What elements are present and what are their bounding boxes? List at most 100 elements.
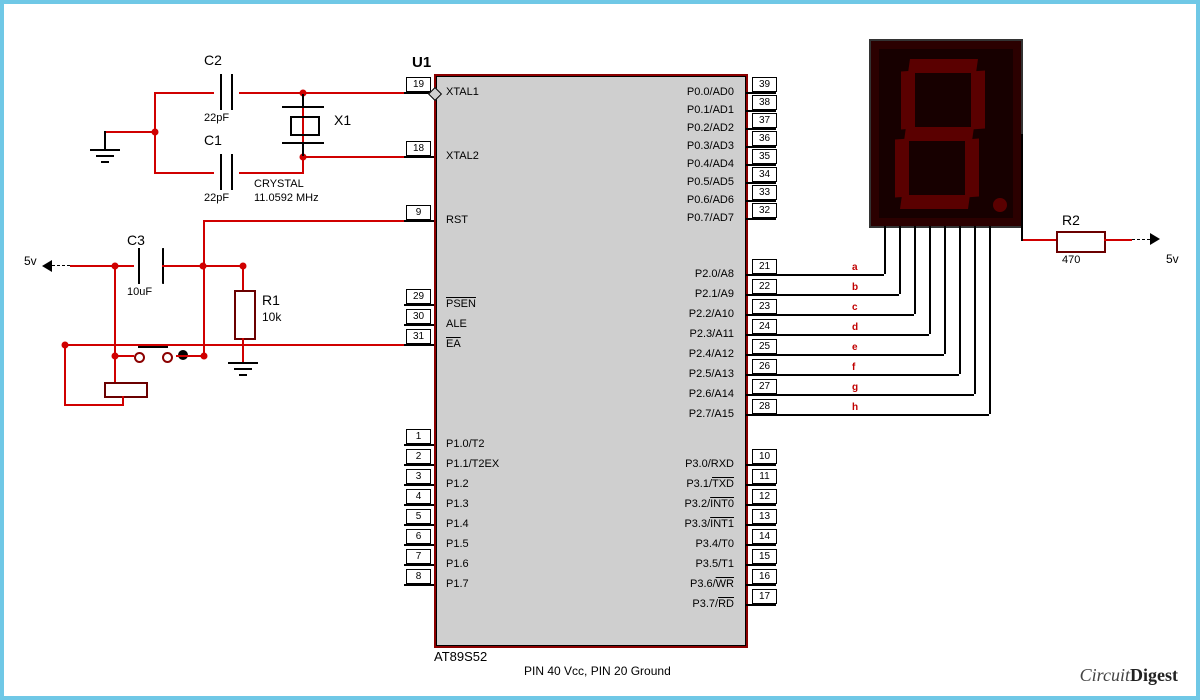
wire (104, 131, 154, 133)
pin-num: 25 (752, 339, 777, 354)
seg-pin (989, 226, 991, 240)
pin-num: 26 (752, 359, 777, 374)
seg-wire (776, 294, 899, 296)
pin-num: 13 (752, 509, 777, 524)
c2-val: 22pF (204, 112, 229, 124)
wire (203, 220, 205, 266)
seg-pin (884, 226, 886, 240)
pin-stub (404, 504, 434, 506)
ic-ref: U1 (412, 54, 431, 71)
pin-num: 17 (752, 589, 777, 604)
pin-name: P2.3/A11 (624, 328, 734, 340)
pin-num: 19 (406, 77, 431, 92)
pin-num: 33 (752, 185, 777, 200)
seg-pin (974, 226, 976, 240)
pin-name: P2.0/A8 (624, 268, 734, 280)
junction (62, 342, 69, 349)
pin-name: P3.4/T0 (624, 538, 734, 550)
seg-label: g (852, 382, 858, 393)
wire (302, 92, 404, 94)
pin-stub (404, 564, 434, 566)
c2-ref: C2 (204, 52, 222, 68)
pin-name: P0.6/AD6 (624, 194, 734, 206)
wire (239, 92, 302, 94)
pin-num: 29 (406, 289, 431, 304)
pin-num: 14 (752, 529, 777, 544)
pin-num: 18 (406, 141, 431, 156)
pin-stub (404, 584, 434, 586)
wire (70, 265, 114, 267)
pin-name: P0.7/AD7 (624, 212, 734, 224)
pin-name: P2.4/A12 (624, 348, 734, 360)
seg-wire (989, 240, 991, 414)
wire (302, 156, 304, 174)
wire (203, 265, 243, 267)
wire (122, 396, 124, 406)
pin-stub (746, 604, 776, 606)
gnd (96, 155, 114, 157)
pin-num: 9 (406, 205, 431, 220)
pin-stub (746, 200, 776, 202)
five-v-label: 5v (24, 254, 37, 268)
pin-num: 28 (752, 399, 777, 414)
seg-wire (974, 240, 976, 394)
ic-part: AT89S52 (434, 649, 487, 664)
pin-name: P3.7/RD (624, 598, 734, 610)
pin-stub (746, 128, 776, 130)
gnd (90, 149, 120, 151)
seg-wire (914, 240, 916, 314)
pin-stub (746, 334, 776, 336)
pin-num: 6 (406, 529, 431, 544)
x1-val: CRYSTAL (254, 178, 304, 190)
pin-stub (746, 544, 776, 546)
pin-name: P1.1/T2EX (446, 458, 499, 470)
pin-num: 23 (752, 299, 777, 314)
pin-name: P3.6/WR (624, 578, 734, 590)
wire (154, 172, 214, 174)
arrow-icon (42, 260, 52, 272)
pin-num: 32 (752, 203, 777, 218)
pin-stub (404, 304, 434, 306)
pin-num: 5 (406, 509, 431, 524)
resistor-r2 (1056, 231, 1106, 253)
pin-name: RST (446, 214, 468, 226)
pin-stub (746, 464, 776, 466)
pin-stub (746, 484, 776, 486)
wire (203, 220, 404, 222)
pin-name: P1.2 (446, 478, 469, 490)
gnd (239, 374, 247, 376)
pin-name: P1.0/T2 (446, 438, 485, 450)
wire (242, 338, 244, 362)
r1-ref: R1 (262, 292, 280, 308)
seg-wire (776, 274, 884, 276)
pin-stub (404, 544, 434, 546)
x1-freq: 11.0592 MHz (254, 192, 319, 204)
arrow-icon (1150, 233, 1160, 245)
pin-name: P2.6/A14 (624, 388, 734, 400)
pin-name: PSEN (446, 298, 476, 310)
pin-num: 22 (752, 279, 777, 294)
pin-stub (746, 394, 776, 396)
pin-stub (404, 220, 434, 222)
pin-stub (746, 146, 776, 148)
r2-ref: R2 (1062, 212, 1080, 228)
seg-label: f (852, 362, 855, 373)
seven-segment (869, 39, 1023, 228)
seg-wire (776, 394, 974, 396)
wire (302, 156, 404, 158)
pin-stub (746, 584, 776, 586)
wire (64, 404, 124, 406)
wire (176, 355, 203, 357)
pin-name: P0.5/AD5 (624, 176, 734, 188)
pin-stub (404, 464, 434, 466)
c3-val: 10uF (127, 286, 152, 298)
pin-name: P1.5 (446, 538, 469, 550)
pin-num: 30 (406, 309, 431, 324)
pin-stub (404, 524, 434, 526)
pin-stub (746, 354, 776, 356)
pin-name: P2.7/A15 (624, 408, 734, 420)
pin-num: 10 (752, 449, 777, 464)
pin-num: 2 (406, 449, 431, 464)
pin-num: 31 (406, 329, 431, 344)
pin-num: 1 (406, 429, 431, 444)
